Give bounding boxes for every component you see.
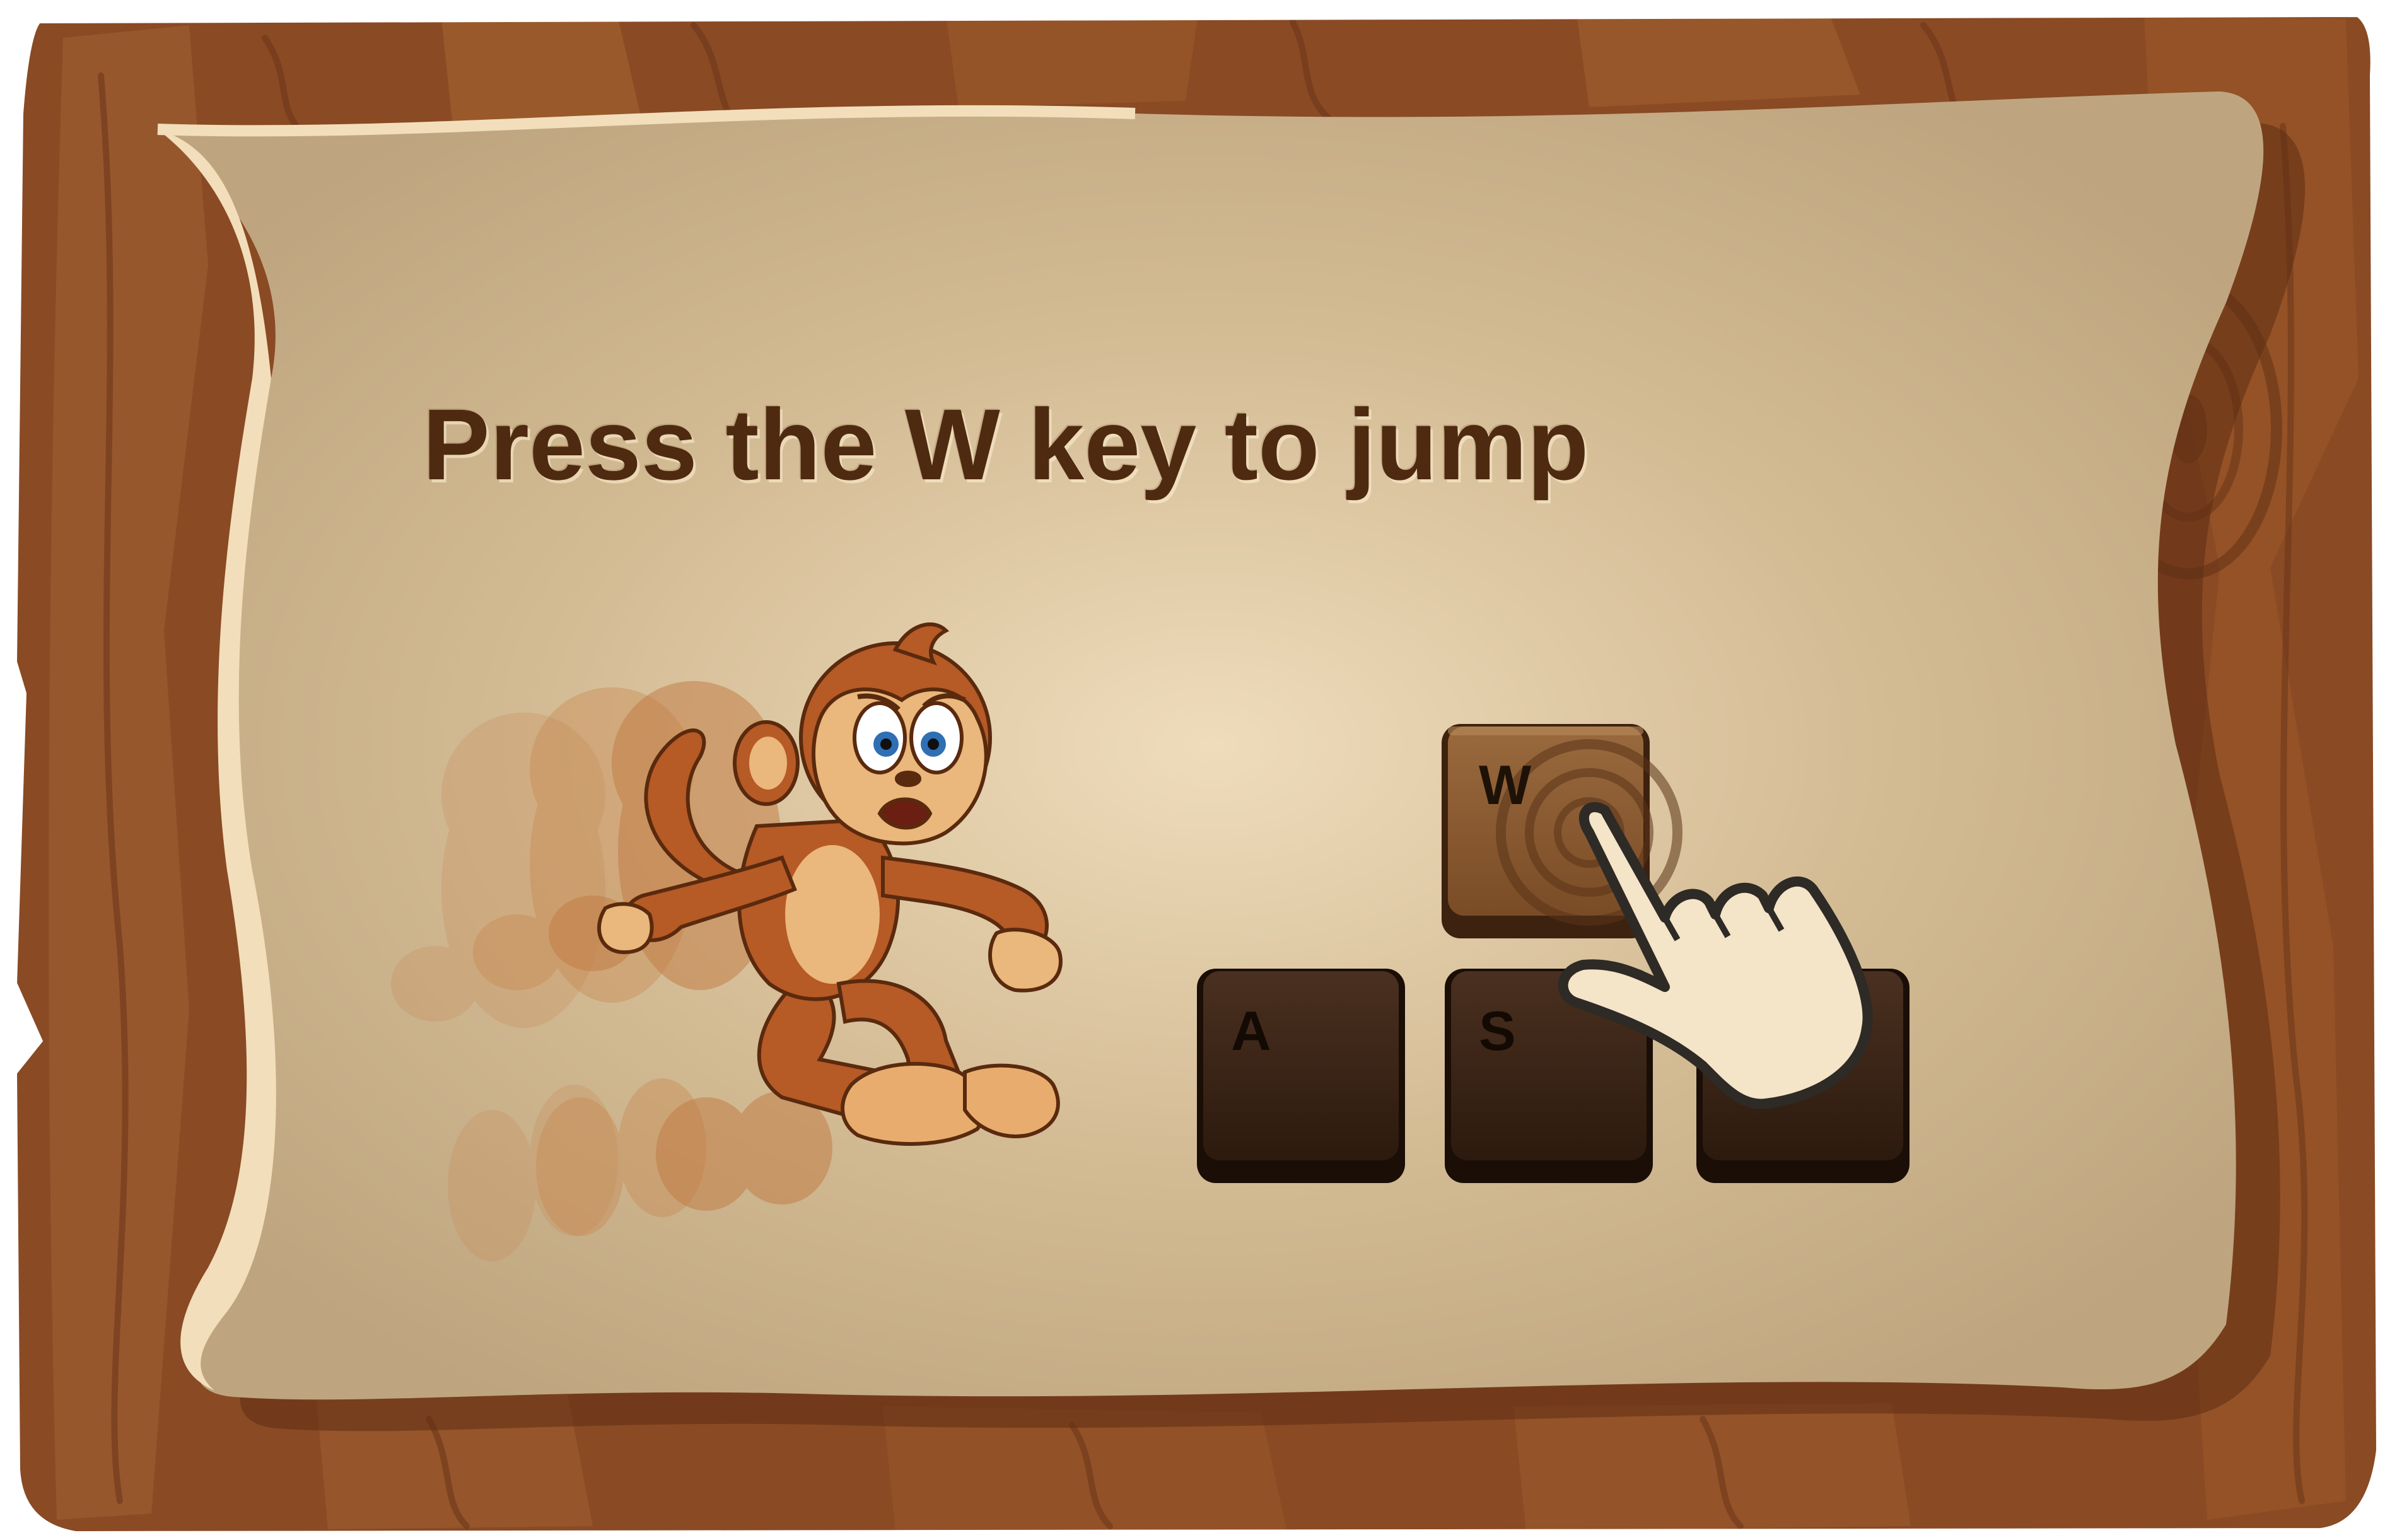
parchment-scroll <box>157 91 2306 1432</box>
scene-art <box>8 8 2385 1540</box>
key-s-label: S <box>1479 1000 1516 1062</box>
key-w-label: W <box>1479 754 1532 816</box>
instruction-text: Press the W key to jump <box>423 388 1589 501</box>
tutorial-scene: Press the W key to jump W A S <box>0 0 2385 1540</box>
key-a-label: A <box>1231 1000 1271 1062</box>
